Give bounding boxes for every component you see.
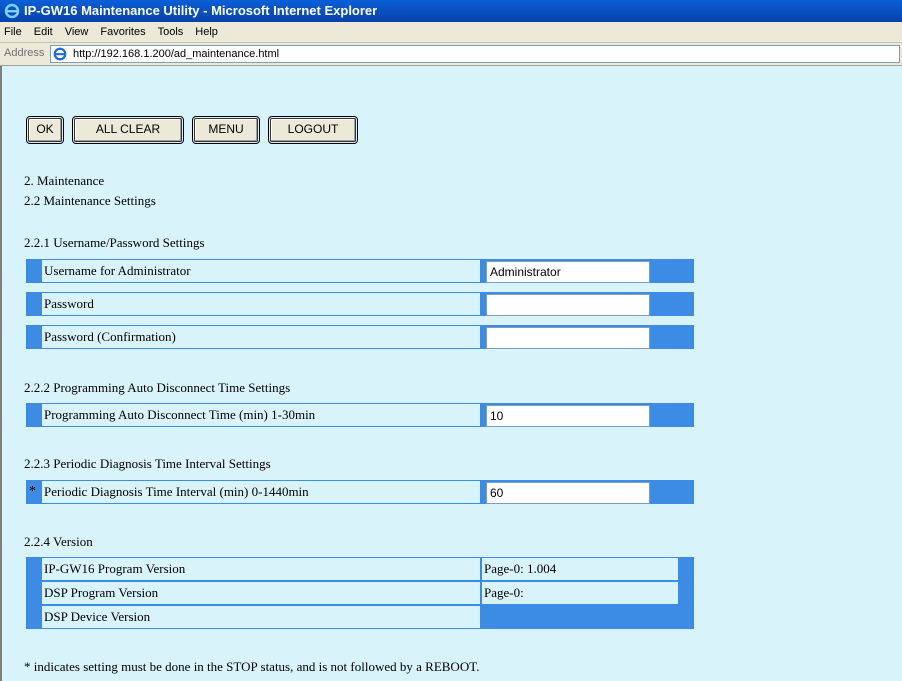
settings-row: Password (Confirmation) [26,325,694,349]
menu-favorites[interactable]: Favorites [94,22,151,42]
version-row: IP-GW16 Program Version Page-0: 1.004 [26,557,694,581]
page-content: OK ALL CLEAR MENU LOGOUT 2. Maintenance … [2,66,902,681]
menu-button[interactable]: MENU [192,116,260,144]
address-url: http://192.168.1.200/ad_maintenance.html [73,48,280,60]
settings-row: Password [26,292,694,316]
auto-disconnect-title: 2.2.2 Programming Auto Disconnect Time S… [24,380,291,395]
diagnosis-interval-input[interactable]: 60 [486,482,650,504]
password-confirm-input[interactable] [486,327,650,349]
menu-file[interactable]: File [0,22,28,42]
logout-button[interactable]: LOGOUT [268,116,358,144]
section-heading: 2. Maintenance [24,173,105,188]
diagnosis-title: 2.2.3 Periodic Diagnosis Time Interval S… [24,456,271,471]
footnote: * indicates setting must be done in the … [24,659,480,674]
menu-bar: File Edit View Favorites Tools Help [0,22,902,43]
version-value: Page-0: 1.004 [482,558,678,580]
settings-row: * Periodic Diagnosis Time Interval (min)… [26,480,694,504]
row-label: Password (Confirmation) [42,326,480,348]
ie-logo-icon [4,3,20,19]
row-label: Password [42,293,480,315]
row-label: Periodic Diagnosis Time Interval (min) 0… [42,481,480,503]
window-titlebar: IP-GW16 Maintenance Utility - Microsoft … [0,0,902,22]
menu-tools[interactable]: Tools [152,22,190,42]
menu-view[interactable]: View [59,22,95,42]
stop-status-marker: * [29,484,36,499]
version-row: DSP Program Version Page-0: [26,581,694,605]
admin-username-input[interactable]: Administrator [486,261,650,283]
menu-help[interactable]: Help [189,22,224,42]
settings-row: Programming Auto Disconnect Time (min) 1… [26,403,694,427]
page-icon [53,47,67,61]
version-title: 2.2.4 Version [24,534,93,549]
password-input[interactable] [486,294,650,316]
row-label: DSP Program Version [42,582,480,604]
address-bar: Address http://192.168.1.200/ad_maintena… [0,43,902,66]
row-label: Programming Auto Disconnect Time (min) 1… [42,404,480,426]
address-label: Address [4,47,45,59]
window-title: IP-GW16 Maintenance Utility - Microsoft … [24,3,378,18]
row-label: DSP Device Version [42,606,480,628]
row-label: IP-GW16 Program Version [42,558,480,580]
subsection-heading: 2.2 Maintenance Settings [24,193,156,208]
ok-button[interactable]: OK [26,116,64,144]
all-clear-button[interactable]: ALL CLEAR [72,116,184,144]
settings-row: Username for Administrator Administrator [26,259,694,283]
row-label: Username for Administrator [42,260,480,282]
address-input[interactable]: http://192.168.1.200/ad_maintenance.html [50,45,900,63]
auto-disconnect-input[interactable]: 10 [486,405,650,427]
version-row: DSP Device Version [26,605,694,629]
version-value: Page-0: [482,582,678,604]
user-pw-title: 2.2.1 Username/Password Settings [24,235,205,250]
menu-edit[interactable]: Edit [28,22,59,42]
